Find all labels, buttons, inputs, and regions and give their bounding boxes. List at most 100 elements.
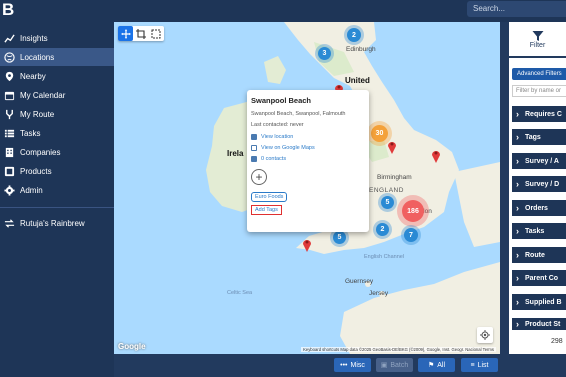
facet-label: Tasks bbox=[525, 227, 545, 235]
view-location-label: View location bbox=[261, 134, 294, 140]
map-cluster[interactable]: 5 bbox=[333, 231, 346, 244]
facet-tasks[interactable]: › Tasks bbox=[512, 223, 566, 239]
label-english-channel: English Channel bbox=[364, 254, 405, 260]
contacts-label: 0 contacts bbox=[261, 156, 287, 162]
facet-product-status[interactable]: › Product St bbox=[512, 318, 566, 330]
filter-panel: Filter Advanced Filters Filter by name o… bbox=[509, 22, 566, 354]
label-guernsey: Guernsey bbox=[345, 278, 374, 285]
products-icon bbox=[3, 165, 15, 177]
sidebar-item-locations[interactable]: Locations bbox=[0, 48, 114, 66]
globe-icon bbox=[3, 51, 15, 63]
sidebar-item-label: My Calendar bbox=[20, 90, 66, 100]
facet-label: Orders bbox=[525, 204, 548, 212]
facet-label: Route bbox=[525, 251, 545, 259]
team-label: Rutuja's Rainbrew bbox=[20, 218, 85, 228]
map-pin[interactable] bbox=[387, 139, 397, 154]
advanced-filters-button[interactable]: Advanced Filters bbox=[512, 68, 566, 80]
calendar-icon bbox=[3, 89, 15, 101]
team-switcher[interactable]: Rutuja's Rainbrew bbox=[0, 214, 114, 232]
result-count: 298 bbox=[551, 338, 563, 345]
facet-tags[interactable]: › Tags bbox=[512, 129, 566, 145]
facet-orders[interactable]: › Orders bbox=[512, 200, 566, 216]
contacts-link[interactable]: 0 contacts bbox=[251, 156, 365, 162]
facet-supplied-by[interactable]: › Supplied B bbox=[512, 294, 566, 310]
pan-tool-button[interactable] bbox=[118, 26, 133, 41]
map-cluster[interactable]: 7 bbox=[404, 228, 418, 242]
filter-name-input[interactable]: Filter by name or bbox=[512, 85, 566, 97]
list-icon: ≡ bbox=[470, 361, 475, 369]
location-popup: Swanpool Beach Swanpool Beach, Swanpool,… bbox=[247, 90, 369, 232]
sidebar-item-label: Products bbox=[20, 166, 52, 176]
chart-line-icon bbox=[3, 32, 15, 44]
map-cluster[interactable]: 30 bbox=[371, 125, 388, 142]
facet-parent-company[interactable]: › Parent Co bbox=[512, 270, 566, 286]
chevron-right-icon: › bbox=[516, 226, 519, 236]
sidebar-item-products[interactable]: Products bbox=[0, 162, 114, 180]
swap-icon bbox=[3, 217, 15, 229]
facet-requires[interactable]: › Requires C bbox=[512, 106, 566, 122]
all-label: All bbox=[437, 361, 446, 369]
my-location-button[interactable] bbox=[477, 327, 493, 343]
misc-button[interactable]: ••• Misc bbox=[334, 358, 371, 372]
popup-address: Swanpool Beach, Swanpool, Falmouth bbox=[251, 111, 346, 117]
label-england: ENGLAND bbox=[369, 187, 404, 194]
facet-survey-a[interactable]: › Survey / A bbox=[512, 153, 566, 169]
add-tags-button[interactable]: Add Tags bbox=[251, 205, 282, 215]
contact-icon bbox=[251, 156, 257, 162]
view-google-maps-link[interactable]: View on Google Maps bbox=[251, 145, 365, 151]
map-cluster[interactable]: 186 bbox=[402, 200, 424, 222]
list-button[interactable]: ≡ List bbox=[461, 358, 498, 372]
building-icon bbox=[3, 146, 15, 158]
building-icon bbox=[251, 134, 257, 140]
view-location-link[interactable]: View location bbox=[251, 134, 365, 140]
label-edinburgh: Edinburgh bbox=[346, 46, 376, 53]
sidebar-item-admin[interactable]: Admin bbox=[0, 181, 114, 199]
move-icon bbox=[121, 29, 130, 38]
sidebar-item-companies[interactable]: Companies bbox=[0, 143, 114, 161]
route-icon bbox=[3, 108, 15, 120]
map-cluster[interactable]: 2 bbox=[376, 223, 389, 236]
sidebar-item-label: Insights bbox=[20, 33, 48, 43]
batch-button[interactable]: ▣ Batch bbox=[376, 358, 413, 372]
gear-icon bbox=[3, 184, 15, 196]
crop-tool-button[interactable] bbox=[133, 26, 148, 41]
sidebar-item-my-route[interactable]: My Route bbox=[0, 105, 114, 123]
top-bar: B Search... bbox=[0, 0, 566, 22]
facet-label: Requires C bbox=[525, 110, 562, 118]
sidebar-item-insights[interactable]: Insights bbox=[0, 29, 114, 47]
sidebar-item-label: Nearby bbox=[20, 71, 46, 81]
chevron-right-icon: › bbox=[516, 203, 519, 213]
search-input[interactable]: Search... bbox=[467, 1, 566, 17]
filter-tab-label: Filter bbox=[529, 41, 546, 49]
select-area-button[interactable] bbox=[148, 26, 163, 41]
all-button[interactable]: ⚑ All bbox=[418, 358, 455, 372]
dots-icon: ••• bbox=[340, 361, 348, 369]
sidebar-item-tasks[interactable]: Tasks bbox=[0, 124, 114, 142]
map-cluster[interactable]: 3 bbox=[318, 47, 331, 60]
view-google-maps-label: View on Google Maps bbox=[261, 145, 315, 151]
sidebar-item-my-calendar[interactable]: My Calendar bbox=[0, 86, 114, 104]
add-button[interactable]: + bbox=[251, 169, 267, 185]
tab-filter[interactable]: Filter bbox=[509, 22, 566, 58]
sidebar-item-label: Tasks bbox=[20, 128, 41, 138]
map-attribution[interactable]: Keyboard shortcuts Map data ©2025 GeoBas… bbox=[301, 347, 496, 352]
chevron-right-icon: › bbox=[516, 273, 519, 283]
label-ireland: Irela bbox=[227, 149, 244, 158]
sidebar: Insights Locations Nearby My Calendar My… bbox=[0, 22, 114, 377]
map-cluster[interactable]: 2 bbox=[347, 28, 361, 42]
map-pin-selected[interactable] bbox=[302, 237, 312, 252]
label-jersey: Jersey bbox=[369, 290, 389, 297]
funnel-icon bbox=[532, 30, 543, 41]
map[interactable]: Edinburgh United Irela Birmingham ENGLAN… bbox=[114, 22, 500, 354]
google-logo: Google bbox=[118, 342, 146, 351]
facet-survey-d[interactable]: › Survey / D bbox=[512, 176, 566, 192]
facet-route[interactable]: › Route bbox=[512, 247, 566, 263]
map-cluster[interactable]: 5 bbox=[381, 196, 394, 209]
sidebar-item-nearby[interactable]: Nearby bbox=[0, 67, 114, 85]
label-united: United bbox=[345, 76, 370, 85]
tag-chip[interactable]: Euro Foods bbox=[251, 192, 288, 202]
map-pin[interactable] bbox=[431, 148, 441, 163]
chevron-right-icon: › bbox=[516, 297, 519, 307]
facet-label: Tags bbox=[525, 133, 541, 141]
app-logo[interactable]: B bbox=[2, 1, 18, 19]
